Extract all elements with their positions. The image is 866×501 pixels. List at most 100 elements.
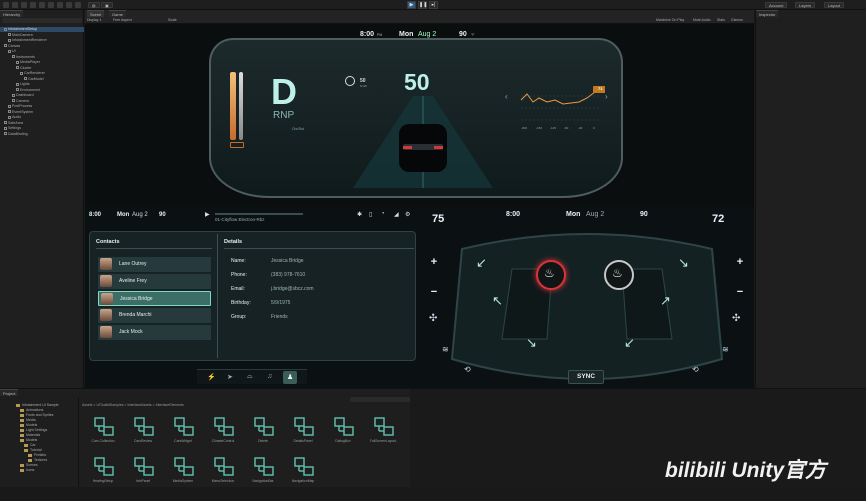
step-button[interactable]: ▸| <box>429 1 438 9</box>
asset-item[interactable]: ClimateControl <box>206 417 240 461</box>
mute-toggle[interactable]: Mute Audio <box>693 18 711 22</box>
hierarchy-row[interactable]: EventSystem <box>0 110 84 115</box>
fan-right-icon[interactable]: ✣ <box>732 313 740 324</box>
hierarchy-row[interactable]: Audio <box>0 115 84 120</box>
aspect-dropdown[interactable]: Free Aspect <box>113 18 132 22</box>
asset-item[interactable]: DialogBox <box>326 417 360 461</box>
project-folder[interactable]: Materials <box>20 433 40 437</box>
nav-navigation-icon[interactable]: ➤ <box>227 373 233 381</box>
cloud-icon[interactable] <box>12 2 18 8</box>
hierarchy-row[interactable]: UI <box>0 49 84 54</box>
tool-icon-4[interactable] <box>75 2 81 8</box>
account-icon[interactable] <box>3 2 9 8</box>
tool-icon[interactable] <box>48 2 54 8</box>
hierarchy-row[interactable]: Instruments <box>0 55 84 60</box>
contact-item-jack-mock[interactable]: Jack Mock <box>98 325 211 340</box>
project-folder[interactable]: Scenes <box>20 463 38 467</box>
asset-item[interactable]: Cars Collection <box>86 417 120 461</box>
asset-item[interactable]: NavigationBar <box>246 457 280 501</box>
maximize-toggle[interactable]: Maximize On Play <box>656 18 684 22</box>
project-folder[interactable]: Textures <box>28 458 47 462</box>
contact-item-jessica-bridge[interactable]: Jessica Bridge <box>98 291 211 306</box>
asset-item[interactable]: Delete <box>246 417 280 461</box>
hierarchy-row[interactable]: Canvas <box>0 44 84 49</box>
hierarchy-row[interactable]: Settings <box>0 126 84 131</box>
hierarchy-row[interactable]: InfotainmentSetup <box>0 27 84 32</box>
hierarchy-row[interactable]: Camera <box>0 99 84 104</box>
project-folder[interactable]: Light Settings <box>20 428 47 432</box>
project-folder[interactable]: Infotainment UI Sample <box>16 403 59 407</box>
project-folder[interactable]: Prefabs <box>28 453 46 457</box>
temp-left-down-button[interactable]: − <box>427 285 441 299</box>
nav-music-icon[interactable]: ♫ <box>267 373 272 380</box>
temp-left-up-button[interactable]: + <box>427 255 441 269</box>
hierarchy-row[interactable]: PostProcess <box>0 104 84 109</box>
hierarchy-row[interactable]: SafeArea <box>0 121 84 126</box>
hierarchy-search[interactable] <box>2 18 82 23</box>
asset-item[interactable]: CarsReview <box>126 417 160 461</box>
project-folder[interactable]: Car <box>24 443 36 447</box>
hierarchy-row[interactable]: Dashboard <box>0 93 84 98</box>
display-dropdown[interactable]: Display 1 <box>87 18 101 22</box>
search-icon[interactable] <box>30 2 36 8</box>
project-tab[interactable]: Project <box>0 389 19 396</box>
inspector-tab[interactable]: Inspector <box>756 10 779 17</box>
contact-item-lane-outrey[interactable]: Lane Outrey <box>98 257 211 272</box>
settings-icon[interactable]: ⚙ <box>405 211 410 218</box>
nav-drive-icon[interactable]: ⚡ <box>207 373 216 381</box>
temp-right-down-button[interactable]: − <box>733 285 747 299</box>
airflow-arrow-icon[interactable]: ↗ <box>660 293 671 309</box>
asset-item[interactable]: CarsWidget <box>166 417 200 461</box>
seat-heat-right-icon[interactable]: ≋ <box>722 345 729 354</box>
layers-menu[interactable]: Layers <box>795 2 816 8</box>
media-progress[interactable] <box>215 213 303 215</box>
hierarchy-row[interactable]: CarRenderer <box>0 71 84 76</box>
airflow-arrow-icon[interactable]: ↙ <box>624 335 635 351</box>
pivot-toggle[interactable]: ◍ <box>88 2 100 8</box>
gizmos-toggle[interactable]: Gizmos <box>731 18 743 22</box>
hierarchy-row[interactable]: InfotainmentRenderer <box>0 38 84 43</box>
hierarchy-row[interactable]: MainCamera <box>0 33 84 38</box>
hierarchy-row[interactable]: Cluster <box>0 66 84 71</box>
contact-item-brenda-marchi[interactable]: Brenda Marchi <box>98 308 211 323</box>
asset-item[interactable]: HeatingSetup <box>86 457 120 501</box>
asset-item[interactable]: MenuSelection <box>206 457 240 501</box>
hierarchy-tab[interactable]: Hierarchy <box>0 10 24 17</box>
nav-car-icon[interactable]: ⌓ <box>247 373 253 381</box>
fan-left-icon[interactable]: ✣ <box>429 313 437 324</box>
stats-toggle[interactable]: Stats <box>717 18 725 22</box>
collab-icon[interactable] <box>39 2 45 8</box>
project-folder[interactable]: Models <box>20 423 37 427</box>
global-toggle[interactable]: ▣ <box>101 2 113 8</box>
seat-heat-left-icon[interactable]: ≋ <box>442 345 449 354</box>
hierarchy-row[interactable]: Environment <box>0 88 84 93</box>
recirc-right-icon[interactable]: ⟲ <box>692 365 699 374</box>
account-menu[interactable]: Account <box>765 2 788 8</box>
airflow-arrow-icon[interactable]: ↘ <box>526 335 537 351</box>
asset-item[interactable]: MediaSystem <box>166 457 200 501</box>
graph-next-icon[interactable]: › <box>605 92 608 101</box>
contact-item-aveline-frey[interactable]: Aveline Frey <box>98 274 211 289</box>
pause-button[interactable]: ❚❚ <box>418 1 427 9</box>
temp-right-up-button[interactable]: + <box>733 255 747 269</box>
layout-menu[interactable]: Layout <box>824 2 845 8</box>
graph-prev-icon[interactable]: ‹ <box>505 92 508 101</box>
airflow-arrow-icon[interactable]: ↙ <box>476 255 487 271</box>
project-folder[interactable]: Fonts and Sprites <box>20 413 53 417</box>
project-folder[interactable]: Media <box>20 418 36 422</box>
hierarchy-row[interactable]: CarModel <box>0 77 84 82</box>
hierarchy-row[interactable]: Lights <box>0 82 84 87</box>
asset-item[interactable]: FullScreenLayout <box>366 417 400 461</box>
project-folder[interactable]: Icons <box>20 468 34 472</box>
tab-scene[interactable]: Scene <box>87 10 105 17</box>
recirc-left-icon[interactable]: ⟲ <box>464 365 471 374</box>
tool-icon-3[interactable] <box>66 2 72 8</box>
play-button[interactable]: ▶ <box>407 1 416 9</box>
asset-item[interactable]: NavigationMap <box>286 457 320 501</box>
airflow-arrow-icon[interactable]: ↘ <box>678 255 689 271</box>
project-folder[interactable]: Animations <box>20 408 43 412</box>
media-play-icon[interactable]: ▶ <box>205 211 210 218</box>
asset-item[interactable]: DetailsPanel <box>286 417 320 461</box>
tab-game[interactable]: Game <box>109 10 126 17</box>
tool-icon-2[interactable] <box>57 2 63 8</box>
